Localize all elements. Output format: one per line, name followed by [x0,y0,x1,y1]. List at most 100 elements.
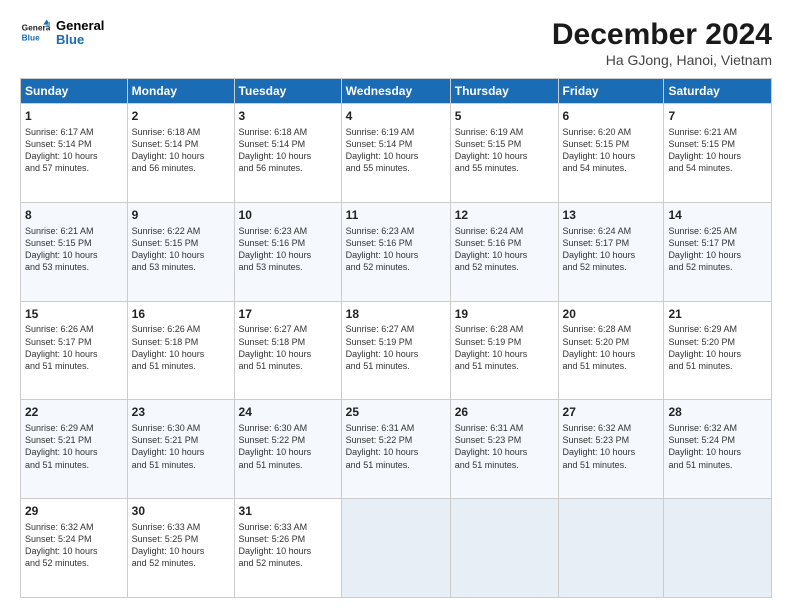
daylight-label: Daylight: 10 hours [25,446,123,458]
logo-general: General [56,19,104,33]
calendar-header-row: SundayMondayTuesdayWednesdayThursdayFrid… [21,79,772,104]
day-cell-17: 17 Sunrise: 6:27 AM Sunset: 5:18 PM Dayl… [234,301,341,400]
sunrise: Sunrise: 6:27 AM [239,323,337,335]
sunrise: Sunrise: 6:29 AM [25,422,123,434]
sunset: Sunset: 5:20 PM [563,336,660,348]
day-cell-18: 18 Sunrise: 6:27 AM Sunset: 5:19 PM Dayl… [341,301,450,400]
day-number: 31 [239,503,337,520]
daylight-label: Daylight: 10 hours [25,249,123,261]
daylight-label: Daylight: 10 hours [132,545,230,557]
daylight-minutes: and 51 minutes. [132,360,230,372]
empty-cell [558,499,664,598]
daylight-minutes: and 53 minutes. [25,261,123,273]
day-number: 3 [239,108,337,125]
day-number: 17 [239,306,337,323]
sunset: Sunset: 5:14 PM [346,138,446,150]
daylight-minutes: and 55 minutes. [455,162,554,174]
sunset: Sunset: 5:22 PM [346,434,446,446]
day-cell-27: 27 Sunrise: 6:32 AM Sunset: 5:23 PM Dayl… [558,400,664,499]
day-number: 13 [563,207,660,224]
daylight-minutes: and 51 minutes. [455,459,554,471]
day-cell-6: 6 Sunrise: 6:20 AM Sunset: 5:15 PM Dayli… [558,104,664,203]
day-cell-22: 22 Sunrise: 6:29 AM Sunset: 5:21 PM Dayl… [21,400,128,499]
day-number: 19 [455,306,554,323]
day-cell-15: 15 Sunrise: 6:26 AM Sunset: 5:17 PM Dayl… [21,301,128,400]
day-number: 14 [668,207,767,224]
day-cell-13: 13 Sunrise: 6:24 AM Sunset: 5:17 PM Dayl… [558,202,664,301]
col-header-wednesday: Wednesday [341,79,450,104]
day-cell-24: 24 Sunrise: 6:30 AM Sunset: 5:22 PM Dayl… [234,400,341,499]
page: General Blue General Blue December 2024 … [0,0,792,612]
col-header-saturday: Saturday [664,79,772,104]
col-header-thursday: Thursday [450,79,558,104]
sunset: Sunset: 5:15 PM [25,237,123,249]
week-row-4: 22 Sunrise: 6:29 AM Sunset: 5:21 PM Dayl… [21,400,772,499]
sunrise: Sunrise: 6:19 AM [455,126,554,138]
sunrise: Sunrise: 6:23 AM [346,225,446,237]
sunset: Sunset: 5:15 PM [668,138,767,150]
daylight-minutes: and 52 minutes. [563,261,660,273]
daylight-minutes: and 54 minutes. [563,162,660,174]
daylight-label: Daylight: 10 hours [239,150,337,162]
sunrise: Sunrise: 6:19 AM [346,126,446,138]
sunrise: Sunrise: 6:28 AM [455,323,554,335]
day-number: 28 [668,404,767,421]
day-cell-16: 16 Sunrise: 6:26 AM Sunset: 5:18 PM Dayl… [127,301,234,400]
sunset: Sunset: 5:16 PM [239,237,337,249]
sunset: Sunset: 5:22 PM [239,434,337,446]
day-cell-8: 8 Sunrise: 6:21 AM Sunset: 5:15 PM Dayli… [21,202,128,301]
daylight-minutes: and 53 minutes. [239,261,337,273]
daylight-minutes: and 52 minutes. [455,261,554,273]
sunset: Sunset: 5:21 PM [25,434,123,446]
sunset: Sunset: 5:15 PM [563,138,660,150]
daylight-minutes: and 51 minutes. [346,360,446,372]
day-number: 20 [563,306,660,323]
daylight-minutes: and 51 minutes. [455,360,554,372]
sunrise: Sunrise: 6:26 AM [132,323,230,335]
sunrise: Sunrise: 6:32 AM [25,521,123,533]
daylight-label: Daylight: 10 hours [563,446,660,458]
sunrise: Sunrise: 6:30 AM [132,422,230,434]
daylight-label: Daylight: 10 hours [239,446,337,458]
day-number: 21 [668,306,767,323]
sunrise: Sunrise: 6:26 AM [25,323,123,335]
day-number: 23 [132,404,230,421]
sunrise: Sunrise: 6:28 AM [563,323,660,335]
day-cell-29: 29 Sunrise: 6:32 AM Sunset: 5:24 PM Dayl… [21,499,128,598]
sunrise: Sunrise: 6:33 AM [132,521,230,533]
daylight-minutes: and 56 minutes. [239,162,337,174]
sunset: Sunset: 5:15 PM [455,138,554,150]
day-cell-10: 10 Sunrise: 6:23 AM Sunset: 5:16 PM Dayl… [234,202,341,301]
day-cell-1: 1 Sunrise: 6:17 AM Sunset: 5:14 PM Dayli… [21,104,128,203]
logo-blue: Blue [56,33,104,47]
sunrise: Sunrise: 6:21 AM [25,225,123,237]
sunrise: Sunrise: 6:18 AM [132,126,230,138]
daylight-minutes: and 52 minutes. [239,557,337,569]
sunrise: Sunrise: 6:20 AM [563,126,660,138]
empty-cell [341,499,450,598]
sunset: Sunset: 5:14 PM [239,138,337,150]
daylight-minutes: and 51 minutes. [668,360,767,372]
sunset: Sunset: 5:17 PM [668,237,767,249]
title-block: December 2024 Ha GJong, Hanoi, Vietnam [552,18,772,68]
day-cell-4: 4 Sunrise: 6:19 AM Sunset: 5:14 PM Dayli… [341,104,450,203]
daylight-label: Daylight: 10 hours [239,249,337,261]
day-cell-11: 11 Sunrise: 6:23 AM Sunset: 5:16 PM Dayl… [341,202,450,301]
daylight-minutes: and 54 minutes. [668,162,767,174]
day-cell-28: 28 Sunrise: 6:32 AM Sunset: 5:24 PM Dayl… [664,400,772,499]
sunrise: Sunrise: 6:32 AM [668,422,767,434]
day-number: 6 [563,108,660,125]
sub-title: Ha GJong, Hanoi, Vietnam [552,52,772,68]
daylight-minutes: and 51 minutes. [132,459,230,471]
daylight-label: Daylight: 10 hours [132,348,230,360]
day-number: 8 [25,207,123,224]
day-cell-7: 7 Sunrise: 6:21 AM Sunset: 5:15 PM Dayli… [664,104,772,203]
day-number: 27 [563,404,660,421]
daylight-label: Daylight: 10 hours [132,150,230,162]
daylight-label: Daylight: 10 hours [455,249,554,261]
day-number: 15 [25,306,123,323]
sunset: Sunset: 5:18 PM [132,336,230,348]
day-number: 12 [455,207,554,224]
sunset: Sunset: 5:24 PM [668,434,767,446]
daylight-minutes: and 57 minutes. [25,162,123,174]
